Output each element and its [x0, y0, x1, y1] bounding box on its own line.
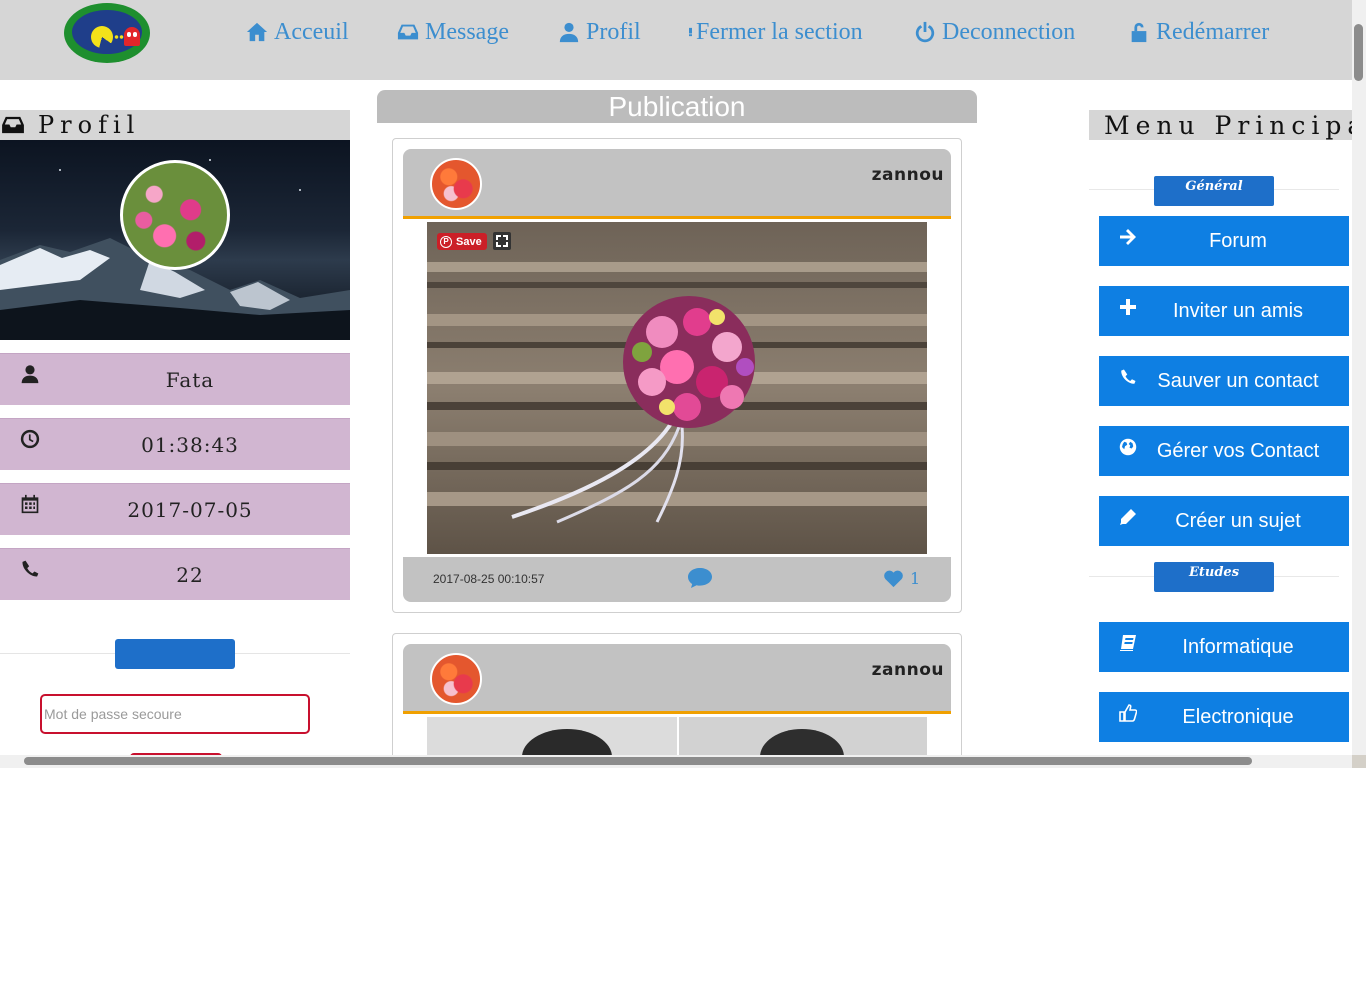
post-header: zannou — [403, 644, 951, 714]
menu-create-topic-button[interactable]: Créer un sujet — [1099, 496, 1349, 546]
menu-electronique-label: Electronique — [1182, 706, 1294, 728]
page: Acceuil Message Profil Fermer la section… — [0, 0, 1352, 755]
menu-forum-button[interactable]: Forum — [1099, 216, 1349, 266]
pinterest-save-label: Save — [456, 235, 482, 248]
nav-profil[interactable]: Profil — [558, 14, 641, 50]
profile-time: 01:38:43 — [141, 433, 239, 457]
nav-deconnection[interactable]: Deconnection — [914, 14, 1075, 50]
post-date: 2017-08-25 00:10:57 — [433, 572, 545, 586]
inbox-icon — [2, 116, 24, 134]
menu-save-contact-label: Sauver un contact — [1157, 370, 1319, 392]
section-etudes: Etudes — [1154, 562, 1274, 592]
post-author-name[interactable]: zannou — [872, 660, 944, 680]
main-menu-heading: Menu Principal — [1104, 110, 1352, 140]
profile-avatar[interactable] — [120, 160, 230, 270]
nav-message[interactable]: Message — [397, 14, 509, 50]
profile-name-row: Fata — [0, 353, 350, 405]
exclamation-icon — [689, 27, 692, 37]
profile-phone: 22 — [176, 563, 204, 587]
power-icon — [915, 21, 935, 43]
main-menu-header: Menu Principal — [1089, 110, 1352, 140]
menu-create-topic-label: Créer un sujet — [1175, 510, 1301, 532]
section-general: Général — [1154, 176, 1274, 206]
heart-icon — [884, 570, 903, 588]
menu-manage-contacts-button[interactable]: Gérer vos Contact — [1099, 426, 1349, 476]
post-author-avatar[interactable] — [430, 158, 482, 210]
pinterest-icon: P — [440, 235, 452, 248]
nav-redemarrer[interactable]: Redémarrer — [1128, 14, 1269, 50]
nav-acceuil-label: Acceuil — [274, 18, 349, 45]
profile-name: Fata — [165, 368, 215, 392]
top-navbar: Acceuil Message Profil Fermer la section… — [0, 0, 1352, 80]
pinterest-save-button[interactable]: P Save — [437, 233, 487, 250]
nav-acceuil[interactable]: Acceuil — [246, 14, 349, 50]
horizontal-scrollbar[interactable] — [0, 755, 1352, 768]
scroll-thumb[interactable] — [24, 757, 1252, 765]
nav-fermer-section[interactable]: Fermer la section — [686, 14, 863, 50]
nav-message-label: Message — [425, 18, 509, 45]
post-footer: 2017-08-25 00:10:57 1 — [403, 557, 951, 602]
site-logo[interactable] — [64, 3, 150, 63]
post-author-avatar[interactable] — [430, 653, 482, 705]
browser-viewport: Acceuil Message Profil Fermer la section… — [0, 0, 1366, 768]
profile-heading: Profil — [38, 111, 141, 139]
post-card: zannou — [392, 633, 962, 755]
profile-phone-row: 22 — [0, 548, 350, 600]
nav-redemarrer-label: Redémarrer — [1156, 18, 1270, 45]
user-icon — [559, 22, 579, 43]
like-count: 1 — [910, 569, 921, 588]
menu-informatique-label: Informatique — [1182, 636, 1294, 658]
backup-password-input[interactable] — [40, 694, 310, 734]
menu-forum-label: Forum — [1209, 230, 1267, 252]
post-author-name[interactable]: zannou — [872, 165, 944, 185]
home-icon — [246, 22, 268, 42]
post-header: zannou — [403, 149, 951, 219]
post-card: zannou — [392, 138, 962, 613]
expand-icon[interactable] — [493, 232, 511, 250]
menu-manage-contacts-label: Gérer vos Contact — [1156, 440, 1320, 462]
nav-deconnection-label: Deconnection — [942, 18, 1076, 45]
profile-header: Profil — [0, 110, 350, 140]
logo-inner — [72, 10, 142, 54]
pacman-icon — [91, 26, 113, 48]
publication-title: Publication — [377, 90, 977, 123]
comment-icon[interactable] — [687, 567, 713, 589]
post-image[interactable]: P Save — [427, 222, 927, 554]
vertical-scrollbar[interactable] — [1352, 0, 1366, 755]
menu-electronique-button[interactable]: Electronique — [1099, 692, 1349, 742]
nav-fermer-section-label: Fermer la section — [696, 18, 863, 45]
menu-invite-label: Inviter un amis — [1172, 300, 1304, 322]
menu-save-contact-button[interactable]: Sauver un contact — [1099, 356, 1349, 406]
like-button[interactable]: 1 — [883, 569, 920, 588]
scroll-thumb[interactable] — [1354, 24, 1363, 81]
post-photo — [427, 717, 927, 755]
profile-date: 2017-07-05 — [127, 498, 253, 522]
profile-date-row: 2017-07-05 — [0, 483, 350, 535]
dots-icon — [114, 35, 124, 39]
post-image[interactable] — [427, 717, 927, 755]
menu-invite-button[interactable]: Inviter un amis — [1099, 286, 1349, 336]
ghost-icon — [124, 27, 140, 46]
unlock-icon — [1131, 22, 1147, 43]
bouquet-photo — [427, 222, 927, 554]
menu-informatique-button[interactable]: Informatique — [1099, 622, 1349, 672]
profile-section-button[interactable] — [115, 639, 235, 669]
profile-time-row: 01:38:43 — [0, 418, 350, 470]
nav-profil-label: Profil — [586, 18, 641, 45]
inbox-icon — [397, 24, 419, 40]
